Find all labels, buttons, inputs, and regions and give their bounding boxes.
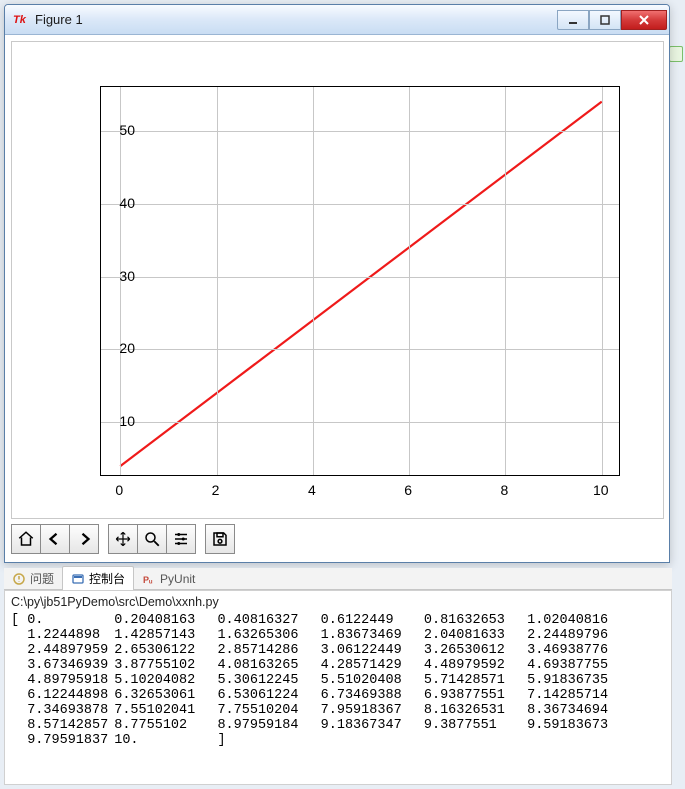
xtick-label: 4 — [308, 482, 316, 498]
minimize-button[interactable] — [557, 10, 589, 30]
plot-line — [101, 87, 619, 475]
gridline-v — [602, 87, 603, 475]
xtick-label: 2 — [212, 482, 220, 498]
close-button[interactable] — [621, 10, 667, 30]
console-output[interactable]: C:\py\jb51PyDemo\src\Demo\xxnh.py [ 0. 0… — [4, 590, 672, 785]
gridline-h — [101, 422, 619, 423]
ytick-label: 40 — [95, 195, 135, 211]
zoom-button[interactable] — [137, 524, 167, 554]
xtick-label: 6 — [404, 482, 412, 498]
tk-icon: Tk — [13, 12, 29, 28]
tab-label: PyUnit — [160, 572, 195, 586]
window-title: Figure 1 — [35, 12, 557, 27]
tab-label: 控制台 — [89, 570, 125, 587]
save-button[interactable] — [205, 524, 235, 554]
gridline-v — [505, 87, 506, 475]
script-path: C:\py\jb51PyDemo\src\Demo\xxnh.py — [11, 595, 665, 609]
pan-button[interactable] — [108, 524, 138, 554]
tab-console[interactable]: 控制台 — [62, 566, 134, 591]
ide-tabs: 问题 控制台 Pᵤ PyUnit — [4, 568, 672, 590]
gridline-v — [313, 87, 314, 475]
xtick-label: 10 — [593, 482, 609, 498]
window-buttons — [557, 9, 667, 30]
gridline-h — [101, 204, 619, 205]
figure-window: Tk Figure 1 0 2 4 6 8 10 10 20 30 40 50 — [4, 4, 670, 563]
matplotlib-toolbar — [11, 522, 235, 556]
pyunit-icon: Pᵤ — [142, 572, 156, 586]
back-button[interactable] — [40, 524, 70, 554]
file-icon-hint — [669, 46, 683, 62]
maximize-button[interactable] — [589, 10, 621, 30]
ytick-label: 50 — [95, 122, 135, 138]
titlebar[interactable]: Tk Figure 1 — [5, 5, 669, 35]
ytick-label: 30 — [95, 268, 135, 284]
gridline-v — [217, 87, 218, 475]
svg-text:Pᵤ: Pᵤ — [143, 575, 153, 585]
ytick-label: 10 — [95, 413, 135, 429]
xtick-label: 8 — [501, 482, 509, 498]
forward-button[interactable] — [69, 524, 99, 554]
gridline-h — [101, 349, 619, 350]
tab-label: 问题 — [30, 570, 54, 587]
console-array-output: [ 0. 0.20408163 0.40816327 0.6122449 0.8… — [11, 613, 665, 748]
configure-subplots-button[interactable] — [166, 524, 196, 554]
tab-problems[interactable]: 问题 — [4, 567, 62, 590]
gridline-h — [101, 131, 619, 132]
xtick-label: 0 — [115, 482, 123, 498]
home-button[interactable] — [11, 524, 41, 554]
gridline-v — [409, 87, 410, 475]
console-icon — [71, 572, 85, 586]
tab-pyunit[interactable]: Pᵤ PyUnit — [134, 569, 203, 589]
plot-axes — [100, 86, 620, 476]
figure-canvas[interactable]: 0 2 4 6 8 10 10 20 30 40 50 — [11, 41, 664, 519]
gridline-h — [101, 277, 619, 278]
problems-icon — [12, 572, 26, 586]
ytick-label: 20 — [95, 340, 135, 356]
